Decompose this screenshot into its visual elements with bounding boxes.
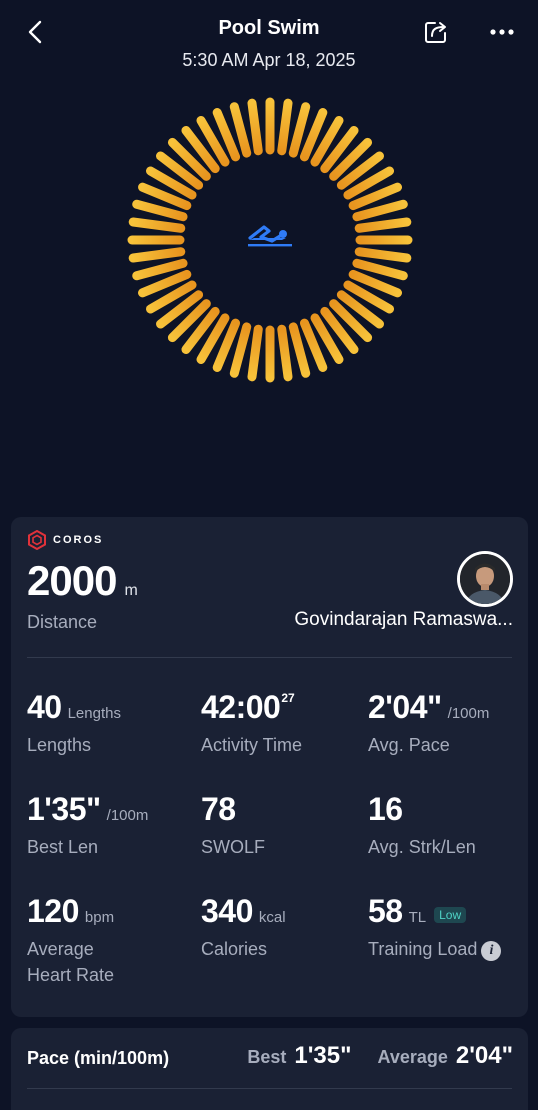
ring-graphic bbox=[127, 97, 413, 383]
activity-time-seconds-fraction: 27 bbox=[281, 691, 295, 705]
avatar-image bbox=[460, 554, 510, 604]
more-horizontal-icon bbox=[490, 29, 514, 35]
ring-ray bbox=[128, 247, 186, 263]
ring-ray bbox=[354, 217, 412, 233]
summary-card: COROS 2000 m Distance Govindarajan Ramas… bbox=[11, 517, 528, 1017]
more-button[interactable] bbox=[488, 18, 516, 46]
ring-ray bbox=[352, 199, 408, 222]
brand: COROS bbox=[27, 530, 103, 550]
ring-ray bbox=[354, 247, 412, 263]
avg-pace-value: 2'04" bbox=[368, 689, 442, 725]
coros-logo-icon bbox=[28, 530, 46, 550]
pace-average-value: 2'04" bbox=[455, 1042, 513, 1069]
share-button[interactable] bbox=[422, 18, 450, 46]
best-len-unit: /100m bbox=[106, 807, 149, 824]
pool-swim-icon bbox=[248, 225, 292, 247]
heart-rate-value: 120 bbox=[27, 893, 79, 929]
swolf-label: SWOLF bbox=[201, 837, 266, 857]
ring-ray bbox=[132, 199, 188, 222]
ring-ray bbox=[229, 102, 252, 158]
ring-ray bbox=[288, 322, 311, 378]
training-load-label-row: Training Load i bbox=[368, 936, 502, 962]
pace-average-label: Average bbox=[377, 1047, 448, 1067]
ring-ray bbox=[277, 98, 293, 156]
pace-best-value: 1'35" bbox=[294, 1042, 352, 1069]
header: Pool Swim 5:30 AM Apr 18, 2025 bbox=[0, 0, 538, 80]
pace-card: Pace (min/100m) Best 1'35" Average 2'04" bbox=[11, 1028, 528, 1110]
training-load-unit: TL bbox=[408, 909, 427, 926]
avg-strokes-value: 16 bbox=[368, 791, 403, 827]
ring-ray bbox=[128, 217, 186, 233]
activity-time-value: 42:00 bbox=[201, 689, 281, 725]
heart-rate-label: Average Heart Rate bbox=[27, 936, 114, 988]
avatar[interactable] bbox=[457, 551, 513, 607]
calories-value: 340 bbox=[201, 893, 253, 929]
distance-label: Distance bbox=[27, 612, 98, 632]
info-icon[interactable]: i bbox=[481, 941, 502, 961]
brand-name: COROS bbox=[53, 534, 104, 546]
metric-lengths: 40 Lengths Lengths bbox=[27, 689, 121, 758]
ring-ray bbox=[247, 324, 263, 382]
ring-ray bbox=[352, 258, 408, 281]
share-icon bbox=[425, 22, 446, 43]
metric-swolf: 78 SWOLF bbox=[201, 791, 265, 860]
avg-pace-unit: /100m bbox=[447, 705, 490, 722]
page-title: Pool Swim bbox=[218, 17, 320, 39]
ring-ray bbox=[247, 98, 263, 156]
pace-section-title: Pace (min/100m) bbox=[27, 1048, 170, 1068]
ring-ray bbox=[288, 102, 311, 158]
user-name: Govindarajan Ramaswa... bbox=[294, 609, 513, 630]
user-avatar-icon bbox=[460, 554, 510, 604]
heart-rate-label-line1: Average bbox=[27, 939, 94, 959]
swolf-value: 78 bbox=[201, 791, 236, 827]
training-load-badge: Low bbox=[434, 907, 467, 923]
training-load-value: 58 bbox=[368, 893, 403, 929]
activity-ring bbox=[120, 90, 420, 390]
metric-best-len: 1'35" /100m Best Len bbox=[27, 791, 148, 860]
best-len-label: Best Len bbox=[27, 837, 99, 857]
calories-unit: kcal bbox=[258, 909, 286, 926]
heart-rate-unit: bpm bbox=[84, 909, 115, 926]
avg-pace-label: Avg. Pace bbox=[368, 735, 450, 755]
lengths-unit: Lengths bbox=[67, 705, 121, 722]
metric-avg-strokes: 16 Avg. Strk/Len bbox=[368, 791, 476, 860]
divider bbox=[27, 657, 512, 658]
activity-datetime: 5:30 AM Apr 18, 2025 bbox=[182, 50, 356, 70]
pace-summary: Best 1'35" Average 2'04" bbox=[221, 1042, 513, 1070]
ring-ray bbox=[229, 322, 252, 378]
lengths-label: Lengths bbox=[27, 735, 92, 755]
heart-rate-label-line2: Heart Rate bbox=[27, 965, 115, 985]
metric-activity-time: 42:00 27 Activity Time bbox=[201, 689, 302, 758]
metric-training-load: 58 TL Low Training Load i bbox=[368, 893, 502, 962]
distance-value: 2000 m bbox=[27, 557, 138, 605]
ring-ray bbox=[132, 258, 188, 281]
metric-heart-rate: 120 bpm Average Heart Rate bbox=[27, 893, 114, 988]
distance-number: 2000 bbox=[27, 557, 117, 604]
activity-time-label: Activity Time bbox=[201, 735, 303, 755]
avg-strokes-label: Avg. Strk/Len bbox=[368, 837, 476, 857]
ring-ray bbox=[277, 324, 293, 382]
training-load-label: Training Load bbox=[368, 939, 478, 959]
best-len-value: 1'35" bbox=[27, 791, 101, 827]
distance-unit: m bbox=[124, 582, 138, 599]
calories-label: Calories bbox=[201, 939, 268, 959]
lengths-value: 40 bbox=[27, 689, 62, 725]
divider bbox=[27, 1088, 512, 1089]
metric-calories: 340 kcal Calories bbox=[201, 893, 286, 962]
metric-avg-pace: 2'04" /100m Avg. Pace bbox=[368, 689, 489, 758]
pace-best-label: Best bbox=[247, 1047, 287, 1067]
